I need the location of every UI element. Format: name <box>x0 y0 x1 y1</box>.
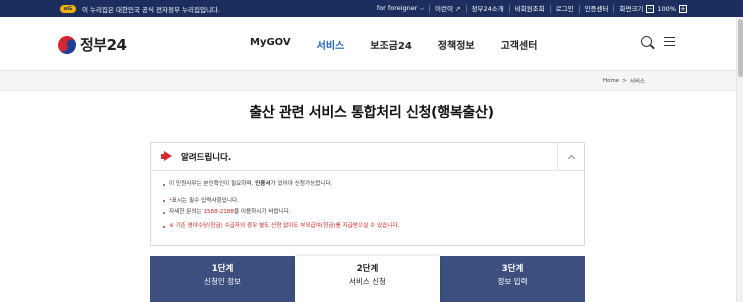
guest-lookup-link[interactable]: 비회원조회 <box>508 4 550 13</box>
notice-line-4: ※ 기존 영아수당(현금) 수급자의 경우 별도 신청 없이도 부모급여(현금)… <box>163 222 572 230</box>
step-1: 1단계 신청인 정보 <box>150 256 295 302</box>
certificate-center-link[interactable]: 인증센터 <box>578 4 614 13</box>
step-number: 2단계 <box>356 264 379 274</box>
notice-line-1-prefix: 이 민원사무는 본인확인이 필요하며, <box>169 181 256 187</box>
children-site-label: 이런이 <box>435 4 453 13</box>
utility-links: for foreigner ⌵ 이런이 ↗ 정부24소개 비회원조회 로그인 인증… <box>372 4 687 13</box>
contact-phone: 1588-2188 <box>203 209 234 216</box>
chevron-up-icon <box>567 154 575 163</box>
zoom-out-button[interactable]: − <box>646 4 655 13</box>
step-3: 3단계 정보 입력 <box>440 256 585 302</box>
breadcrumb-current[interactable]: 서비스 <box>630 77 645 85</box>
step-number: 1단계 <box>211 264 234 274</box>
bullet-icon <box>163 200 165 203</box>
taegeuk-icon <box>55 32 79 57</box>
external-link-icon: ↗ <box>455 4 461 13</box>
bullet-icon <box>163 225 165 228</box>
search-icon[interactable] <box>641 36 652 47</box>
notice-line-3: 자세한 문의는 1588-2188을 이용하시기 바랍니다. <box>163 209 572 216</box>
notice-title: 알려드립니다. <box>181 152 232 163</box>
breadcrumb-home[interactable]: Home <box>603 78 619 84</box>
logo-text: 정부24 <box>80 36 127 54</box>
notice-line-1: 이 민원사무는 본인확인이 필요하며, 인증서가 있어야 신청가능합니다. <box>163 181 572 188</box>
notice-line-3-prefix: 자세한 문의는 <box>169 209 204 216</box>
header-icons <box>641 36 675 47</box>
menu-icon[interactable] <box>664 36 675 47</box>
main-nav: MyGOV 서비스 보조금24 정책정보 고객센터 <box>250 37 537 52</box>
notice-line-3-suffix: 을 이용하시기 바랍니다. <box>233 209 291 216</box>
megaphone-icon <box>161 151 175 162</box>
about-link[interactable]: 정부24소개 <box>465 4 509 13</box>
step-label: 정보 입력 <box>497 277 528 286</box>
nav-mygov[interactable]: MyGOV <box>250 37 291 52</box>
for-foreigner-label: for foreigner <box>376 4 418 12</box>
notice-line-2-suffix: 표시는 필수 입력사항입니다. <box>171 197 239 204</box>
notice-line-1-suffix: 가 있어야 신청가능합니다. <box>270 181 333 187</box>
official-notice-text: 이 누리집은 대한민국 공식 전자정부 누리집입니다. <box>82 5 220 14</box>
zoom-label: 화면크기 <box>619 4 644 13</box>
page-title: 출산 관련 서비스 통합처리 신청(행복출산) <box>249 105 494 121</box>
notice-line-4-text: ※ 기존 영아수당(현금) 수급자의 경우 별도 신청 없이도 부모급여(현금)… <box>169 222 400 229</box>
notice-line-2: *표시는 필수 입력사항입니다. <box>163 197 572 205</box>
scrollbar-thumb[interactable] <box>738 19 743 77</box>
zoom-control: 화면크기 − 100% + <box>613 4 687 13</box>
notice-panel: 알려드립니다. 이 민원사무는 본인확인이 필요하며, 인증서가 있어야 신청가… <box>150 142 585 246</box>
chevron-down-icon: ⌵ <box>419 5 425 12</box>
breadcrumb: Home > 서비스 <box>0 71 743 91</box>
step-label: 신청인 정보 <box>204 277 241 286</box>
egov-logo: eG <box>60 4 76 13</box>
notice-line-1-bold: 인증서 <box>255 181 271 187</box>
login-link[interactable]: 로그인 <box>549 4 579 13</box>
top-utility-bar: eG 이 누리집은 대한민국 공식 전자정부 누리집입니다. for forei… <box>0 0 743 17</box>
step-2: 2단계 서비스 신청 <box>295 256 440 302</box>
nav-subsidy24[interactable]: 보조금24 <box>370 37 412 52</box>
bullet-icon <box>163 211 165 214</box>
notice-header: 알려드립니다. <box>151 143 584 171</box>
site-header: 정부24 MyGOV 서비스 보조금24 정책정보 고객센터 <box>0 17 743 71</box>
page-scrollbar[interactable] <box>736 17 743 302</box>
zoom-in-button[interactable]: + <box>679 4 687 13</box>
nav-service[interactable]: 서비스 <box>317 37 345 52</box>
nav-customer-center[interactable]: 고객센터 <box>501 37 538 52</box>
children-site-link[interactable]: 이런이 ↗ <box>429 4 465 13</box>
notice-body: 이 민원사무는 본인확인이 필요하며, 인증서가 있어야 신청가능합니다. *표… <box>151 171 584 237</box>
zoom-value: 100% <box>657 4 676 13</box>
breadcrumb-separator: > <box>622 77 627 84</box>
nav-policy-info[interactable]: 정책정보 <box>438 37 475 52</box>
bullet-icon <box>163 183 165 186</box>
step-number: 3단계 <box>501 264 524 274</box>
for-foreigner-link[interactable]: for foreigner ⌵ <box>372 4 429 13</box>
collapse-button[interactable] <box>557 143 584 171</box>
official-notice: eG 이 누리집은 대한민국 공식 전자정부 누리집입니다. <box>60 4 220 14</box>
step-indicator: 1단계 신청인 정보 2단계 서비스 신청 3단계 정보 입력 <box>150 256 585 302</box>
step-label: 서비스 신청 <box>349 277 386 286</box>
site-logo[interactable]: 정부24 <box>55 32 127 57</box>
